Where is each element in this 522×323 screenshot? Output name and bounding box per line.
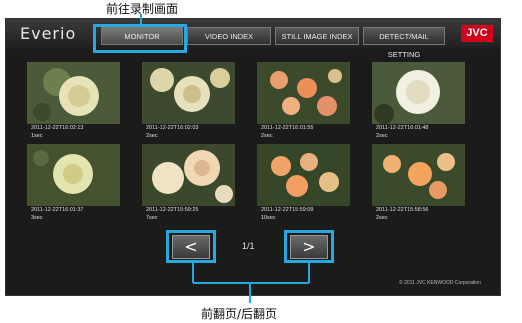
thumbnail-timestamp: 2011-12-22T16:01:55 xyxy=(261,125,314,131)
video-thumbnail[interactable]: 2011-12-22T16:02:03 2sec xyxy=(142,62,235,148)
thumbnail-duration: 2sec xyxy=(376,215,388,221)
thumbnail-duration: 3sec xyxy=(31,215,43,221)
thumbnail-image xyxy=(142,62,235,124)
thumbnail-timestamp: 2011-12-22T16:02:13 xyxy=(31,125,84,131)
thumbnail-duration: 7sec xyxy=(146,215,158,221)
thumbnail-image xyxy=(257,144,350,206)
video-thumbnail[interactable]: 2011-12-22T15:58:56 2sec xyxy=(372,144,465,230)
page-indicator: 1/1 xyxy=(242,241,255,251)
thumbnail-image xyxy=(257,62,350,124)
video-thumbnail[interactable]: 2011-12-22T16:01:55 2sec xyxy=(257,62,350,148)
next-button-highlight xyxy=(284,230,334,263)
thumbnail-duration: 2sec xyxy=(261,133,273,139)
thumbnail-image xyxy=(27,62,120,124)
thumbnail-duration: 10sec xyxy=(261,215,276,221)
thumbnail-image xyxy=(372,62,465,124)
top-bar: Everio MONITOR VIDEO INDEX STILL IMAGE I… xyxy=(6,19,500,59)
video-thumbnail[interactable]: 2011-12-22T16:01:48 2sec xyxy=(372,62,465,148)
thumbnail-timestamp: 2011-12-22T16:01:48 xyxy=(376,125,429,131)
annotation-page-navigation: 前翻页/后翻页 xyxy=(201,307,278,321)
thumbnail-duration: 2sec xyxy=(146,133,158,139)
thumbnail-image xyxy=(372,144,465,206)
video-thumbnail[interactable]: 2011-12-22T16:02:13 1sec xyxy=(27,62,120,148)
thumbnail-timestamp: 2011-12-22T16:02:03 xyxy=(146,125,199,131)
copyright-text: © 2011 JVC KENWOOD Corporation xyxy=(399,280,481,286)
thumbnail-timestamp: 2011-12-22T15:59:25 xyxy=(146,207,199,213)
video-thumbnail[interactable]: 2011-12-22T16:01:37 3sec xyxy=(27,144,120,230)
video-thumbnail[interactable]: 2011-12-22T15:59:09 10sec xyxy=(257,144,350,230)
annotation-go-to-recording: 前往录制画面 xyxy=(106,2,179,16)
thumbnail-image xyxy=(27,144,120,206)
everio-screen: Everio MONITOR VIDEO INDEX STILL IMAGE I… xyxy=(5,18,501,296)
brand-logo: Everio xyxy=(20,24,77,43)
tab-still-image-index[interactable]: STILL IMAGE INDEX xyxy=(275,27,359,45)
jvc-logo: JVC xyxy=(461,25,493,42)
thumbnail-timestamp: 2011-12-22T15:59:09 xyxy=(261,207,314,213)
tab-detect-mail-setting[interactable]: DETECT/MAIL SETTING xyxy=(363,27,445,59)
video-thumbnail[interactable]: 2011-12-22T15:59:25 7sec xyxy=(142,144,235,230)
thumbnail-timestamp: 2011-12-22T15:58:56 xyxy=(376,207,429,213)
thumbnail-duration: 1sec xyxy=(31,133,43,139)
prev-button-highlight xyxy=(166,230,216,263)
monitor-tab-highlight xyxy=(93,24,187,53)
thumbnail-timestamp: 2011-12-22T16:01:37 xyxy=(31,207,84,213)
tab-video-index[interactable]: VIDEO INDEX xyxy=(187,27,271,45)
thumbnail-image xyxy=(142,144,235,206)
thumbnail-duration: 2sec xyxy=(376,133,388,139)
